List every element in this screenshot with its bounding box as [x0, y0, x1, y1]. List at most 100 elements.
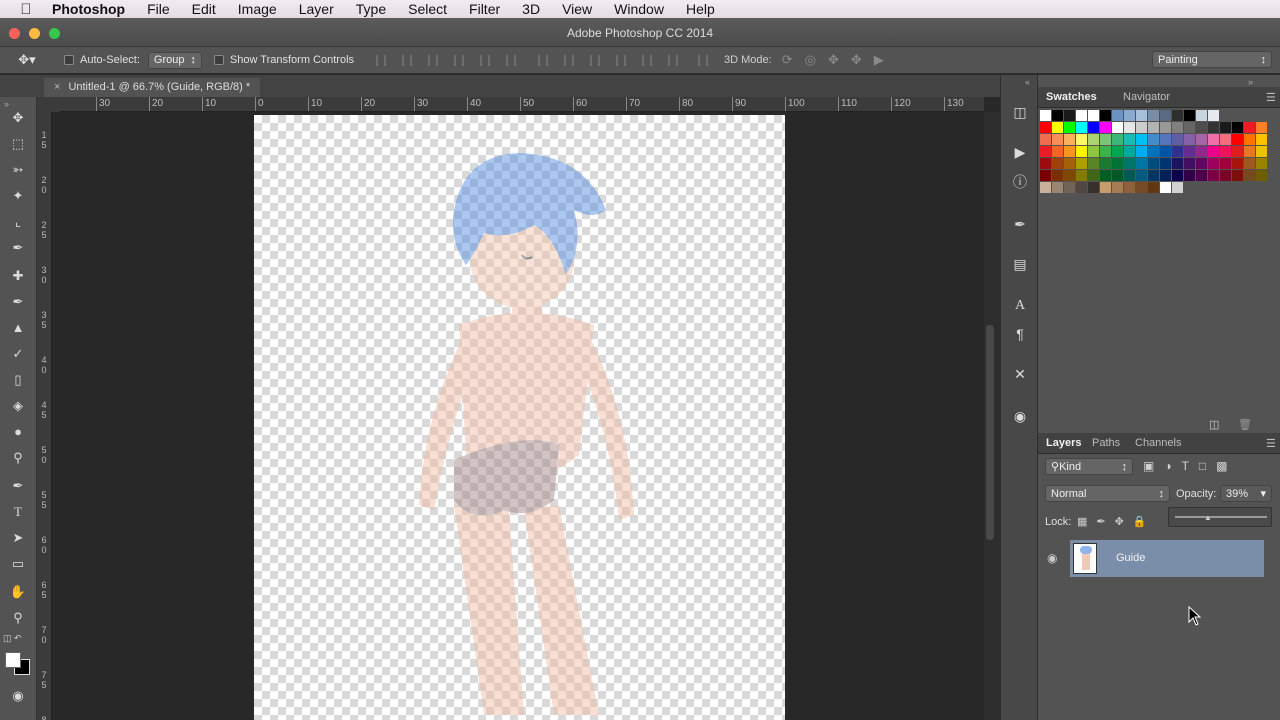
quick-select-tool-icon[interactable]: ✦ [9, 187, 27, 205]
opacity-field[interactable]: 39% ▾ [1220, 485, 1272, 502]
color-swatch[interactable] [1256, 170, 1267, 181]
color-swatch[interactable] [1076, 110, 1087, 121]
color-swatch[interactable] [1112, 170, 1123, 181]
color-swatch[interactable] [1184, 158, 1195, 169]
color-swatch[interactable] [1136, 158, 1147, 169]
color-swatch[interactable] [1064, 158, 1075, 169]
distribute-vcenter-icon[interactable] [564, 54, 575, 66]
menu-view[interactable]: View [562, 1, 592, 17]
color-swatch[interactable] [1064, 122, 1075, 133]
distribute-hcenter-icon[interactable] [642, 54, 653, 66]
color-swatch[interactable] [1136, 146, 1147, 157]
move-tool-icon[interactable]: ✥ [9, 109, 27, 127]
opacity-slider-popup[interactable]: ▲ [1168, 507, 1272, 527]
align-hcenter-icon[interactable] [480, 54, 491, 66]
blend-mode-dropdown[interactable]: Normal ↕ [1045, 485, 1170, 502]
color-swatch[interactable] [1064, 134, 1075, 145]
color-swatch[interactable] [1148, 146, 1159, 157]
menu-filter[interactable]: Filter [469, 1, 500, 17]
visibility-eye-icon[interactable]: ◉ [1047, 551, 1057, 565]
color-swatch[interactable] [1088, 134, 1099, 145]
tab-channels[interactable]: Channels [1135, 437, 1181, 449]
color-swatch[interactable] [1040, 170, 1051, 181]
hand-tool-icon[interactable]: ✋ [9, 583, 27, 601]
tool-presets-panel-icon[interactable]: ✕ [1011, 365, 1029, 383]
foreground-color-swatch[interactable] [5, 652, 21, 668]
menu-type[interactable]: Type [356, 1, 386, 17]
color-swatch[interactable] [1052, 170, 1063, 181]
color-swatch[interactable] [1076, 170, 1087, 181]
auto-select-dropdown[interactable]: Group ↕ [147, 51, 202, 69]
color-swatch[interactable] [1172, 134, 1183, 145]
opacity-slider-track[interactable] [1175, 516, 1267, 518]
layer-name[interactable]: Guide [1116, 552, 1145, 564]
brush-tool-icon[interactable]: ✒ [9, 293, 27, 311]
color-swatch[interactable] [1112, 182, 1123, 193]
paint-bucket-tool-icon[interactable]: ◈ [9, 397, 27, 415]
color-swatch[interactable] [1172, 158, 1183, 169]
vertical-scroll-thumb[interactable] [986, 325, 994, 540]
color-swatch[interactable] [1196, 110, 1207, 121]
color-swatch[interactable] [1172, 182, 1183, 193]
menu-3d[interactable]: 3D [522, 1, 540, 17]
color-swatch[interactable] [1232, 158, 1243, 169]
color-swatch[interactable] [1124, 158, 1135, 169]
distribute-right-icon[interactable] [668, 54, 679, 66]
tab-layers[interactable]: Layers [1046, 437, 1081, 449]
healing-brush-tool-icon[interactable]: ✚ [9, 267, 27, 285]
close-tab-icon[interactable]: × [54, 81, 60, 93]
color-swatch[interactable] [1220, 122, 1231, 133]
new-swatch-icon[interactable]: ◫ [1209, 418, 1219, 431]
marquee-tool-icon[interactable]: ⬚ [9, 135, 27, 153]
color-swatch[interactable] [1052, 146, 1063, 157]
color-swatch[interactable] [1184, 122, 1195, 133]
color-swatch[interactable] [1076, 122, 1087, 133]
color-swatch[interactable] [1112, 134, 1123, 145]
menu-file[interactable]: File [147, 1, 170, 17]
move-tool-preset-icon[interactable]: ✥▾ [12, 52, 42, 68]
clone-stamp-tool-icon[interactable]: ▲ [9, 319, 27, 337]
distribute-bottom-icon[interactable] [590, 54, 601, 66]
lasso-tool-icon[interactable]: ➳ [9, 161, 27, 179]
color-swatch[interactable] [1160, 146, 1171, 157]
align-vcenter-icon[interactable] [402, 54, 413, 66]
color-swatch[interactable] [1040, 122, 1051, 133]
layer-filter-dropdown[interactable]: ⚲Kind ↕ [1045, 458, 1133, 475]
color-swatch[interactable] [1172, 170, 1183, 181]
color-swatch[interactable] [1232, 134, 1243, 145]
color-swatch[interactable] [1100, 182, 1111, 193]
document-tab[interactable]: × Untitled-1 @ 66.7% (Guide, RGB/8) * [44, 78, 261, 97]
lock-icons[interactable]: ▦✒✥🔒 [1077, 515, 1156, 528]
color-swatch[interactable] [1184, 170, 1195, 181]
3d-mode-icons[interactable]: ⟳◎✥✥▶ [782, 52, 896, 68]
color-swatch[interactable] [1064, 110, 1075, 121]
color-swatch[interactable] [1172, 146, 1183, 157]
align-left-icon[interactable] [454, 54, 465, 66]
color-swatch[interactable] [1088, 110, 1099, 121]
color-swatch[interactable] [1220, 158, 1231, 169]
color-swatch[interactable] [1100, 158, 1111, 169]
panel-menu-icon[interactable]: ☰ [1266, 91, 1276, 104]
color-swatch[interactable] [1064, 170, 1075, 181]
distribute-left-icon[interactable] [616, 54, 627, 66]
color-swatch[interactable] [1124, 182, 1135, 193]
color-swatch[interactable] [1052, 110, 1063, 121]
color-swatch[interactable] [1220, 146, 1231, 157]
history-brush-tool-icon[interactable]: ✓ [9, 345, 27, 363]
menu-image[interactable]: Image [238, 1, 277, 17]
color-swatch[interactable] [1208, 146, 1219, 157]
quick-mask-icon[interactable]: ◉ [9, 687, 27, 705]
color-swatch[interactable] [1256, 122, 1267, 133]
horizontal-ruler[interactable]: 30 20 10 0 10 20 30 40 50 60 70 80 90 100 110 120 130 [60, 97, 984, 112]
brush-presets-panel-icon[interactable]: ✒ [1011, 215, 1029, 233]
color-swatch[interactable] [1256, 134, 1267, 145]
color-swatch[interactable] [1100, 134, 1111, 145]
color-swatch[interactable] [1136, 182, 1147, 193]
path-selection-tool-icon[interactable]: ➤ [9, 529, 27, 547]
color-swatch[interactable] [1172, 122, 1183, 133]
color-swatch[interactable] [1244, 146, 1255, 157]
color-swatch[interactable] [1100, 122, 1111, 133]
color-swatch[interactable] [1148, 110, 1159, 121]
collapse-toolbox-icon[interactable]: » [4, 99, 9, 109]
color-swatch[interactable] [1112, 158, 1123, 169]
